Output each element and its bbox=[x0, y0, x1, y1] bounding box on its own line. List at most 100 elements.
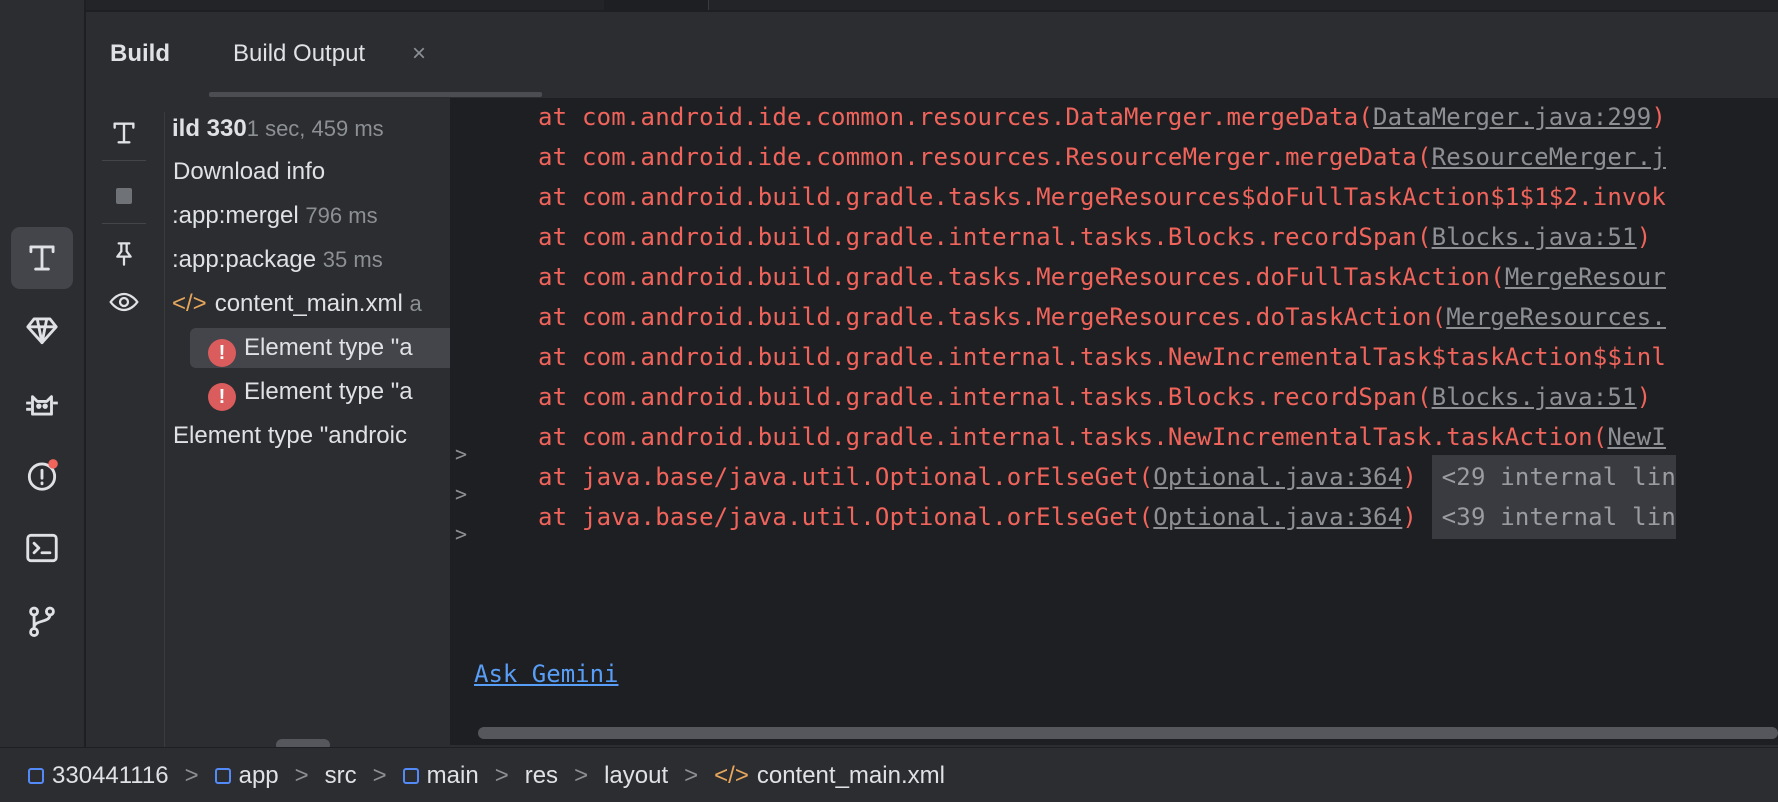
pin-icon bbox=[116, 242, 132, 266]
tree-item-message[interactable]: Element type "androic bbox=[173, 416, 407, 456]
tree-item-label: :app:package bbox=[172, 246, 317, 273]
stack-trace-tail: ) bbox=[1402, 463, 1417, 491]
tree-root[interactable]: ild 3301 sec, 459 ms bbox=[172, 112, 384, 149]
stack-trace-line: at com.android.ide.common.resources.Reso… bbox=[538, 143, 1666, 171]
stack-trace-line: at java.base/java.util.Optional.orElseGe… bbox=[538, 455, 1677, 499]
git-branch-icon bbox=[29, 606, 55, 637]
pin-button[interactable] bbox=[106, 236, 142, 272]
stack-trace-text: at com.android.build.gradle.internal.tas… bbox=[538, 343, 1666, 371]
close-icon[interactable]: × bbox=[412, 40, 426, 68]
build-icon bbox=[29, 245, 55, 271]
tree-scrollbar[interactable] bbox=[276, 739, 330, 747]
terminal-tool-button[interactable] bbox=[14, 520, 70, 576]
stack-trace-text: at com.android.ide.common.resources.Data… bbox=[538, 103, 1374, 131]
top-strip-segment bbox=[86, 0, 604, 10]
build-tool-button[interactable] bbox=[11, 227, 73, 289]
crumb[interactable]: main bbox=[427, 762, 479, 790]
tab-build[interactable]: Build bbox=[110, 40, 170, 68]
module-icon bbox=[214, 768, 231, 784]
source-link[interactable]: DataMerger.java:299 bbox=[1373, 103, 1651, 131]
active-tab-indicator bbox=[209, 92, 542, 97]
stop-button[interactable] bbox=[106, 178, 142, 214]
stack-trace-line: at java.base/java.util.Optional.orElseGe… bbox=[538, 495, 1677, 539]
toolbar-divider bbox=[102, 160, 146, 161]
tree-item-error[interactable]: ! Element type "a bbox=[190, 328, 450, 368]
stack-trace-text: at com.android.build.gradle.tasks.MergeR… bbox=[538, 183, 1666, 211]
crumb-separator: > bbox=[184, 762, 199, 789]
top-strip bbox=[0, 0, 1778, 12]
crumb[interactable]: 330441116 bbox=[52, 762, 169, 790]
gem-icon bbox=[26, 317, 58, 345]
stack-trace-text: at com.android.build.gradle.tasks.MergeR… bbox=[538, 303, 1447, 331]
eye-icon bbox=[109, 292, 139, 312]
crumb-separator: > bbox=[294, 762, 309, 789]
stack-trace-line: at com.android.build.gradle.internal.tas… bbox=[538, 383, 1651, 411]
crumb[interactable]: app bbox=[239, 762, 279, 790]
source-link[interactable]: Optional.java:364 bbox=[1153, 503, 1402, 531]
fold-marker[interactable]: > bbox=[455, 482, 467, 506]
fold-marker[interactable]: > bbox=[455, 442, 467, 466]
crumb[interactable]: res bbox=[525, 762, 558, 790]
stack-trace-text: at com.android.build.gradle.tasks.MergeR… bbox=[538, 263, 1505, 291]
crumb[interactable]: content_main.xml bbox=[757, 762, 945, 790]
tree-item-label: Element type "a bbox=[244, 334, 413, 361]
tree-item-error[interactable]: ! Element type "a bbox=[208, 372, 413, 412]
tree-item-merge[interactable]: :app:mergel 796 ms bbox=[172, 196, 378, 236]
tree-item-download[interactable]: Download info bbox=[173, 152, 325, 192]
stack-trace-text: at com.android.build.gradle.internal.tas… bbox=[538, 223, 1432, 251]
crumb-separator: > bbox=[494, 762, 509, 789]
stack-trace-tail: ) bbox=[1402, 503, 1417, 531]
source-link[interactable]: NewI bbox=[1607, 423, 1666, 451]
xml-icon: </> bbox=[172, 290, 207, 317]
stack-trace-text: at java.base/java.util.Optional.orElseGe… bbox=[538, 463, 1154, 491]
cat-tool-button[interactable] bbox=[14, 375, 70, 431]
tab-build-output[interactable]: Build Output bbox=[233, 40, 365, 68]
terminal-icon bbox=[26, 533, 58, 563]
problems-icon bbox=[27, 459, 58, 491]
view-options-button[interactable] bbox=[106, 284, 142, 320]
build-icon bbox=[113, 122, 135, 144]
source-link[interactable]: Blocks.java:51 bbox=[1432, 383, 1637, 411]
tree-item-label: Element type "a bbox=[244, 378, 413, 405]
crumb[interactable]: src bbox=[325, 762, 357, 790]
crumb[interactable]: layout bbox=[604, 762, 668, 790]
tree-item-file[interactable]: </> content_main.xml a bbox=[172, 284, 422, 324]
tree-root-time: 1 sec, 459 ms bbox=[246, 116, 384, 141]
source-link[interactable]: ResourceMerger.j bbox=[1432, 143, 1666, 171]
top-strip-segment bbox=[708, 0, 1778, 10]
problems-tool-button[interactable] bbox=[14, 447, 70, 503]
crumb-separator: > bbox=[684, 762, 699, 789]
error-icon: ! bbox=[208, 339, 236, 367]
source-link[interactable]: Optional.java:364 bbox=[1153, 463, 1402, 491]
stack-trace-text: at com.android.ide.common.resources.Reso… bbox=[538, 143, 1432, 171]
source-link[interactable]: MergeResources. bbox=[1446, 303, 1666, 331]
stack-trace-text: at com.android.build.gradle.internal.tas… bbox=[538, 383, 1432, 411]
internal-lines-fold[interactable]: <29 internal lin bbox=[1431, 455, 1677, 499]
fold-marker[interactable]: > bbox=[455, 522, 467, 546]
console-scrollbar[interactable] bbox=[478, 727, 1778, 739]
breadcrumb: 330441116 > app > src > main > res > lay… bbox=[28, 762, 945, 790]
source-link[interactable]: Blocks.java:51 bbox=[1432, 223, 1637, 251]
ask-gemini-link[interactable]: Ask Gemini bbox=[474, 660, 619, 688]
build-tree: ild 3301 sec, 459 ms Download info :app:… bbox=[166, 112, 450, 747]
crumb-separator: > bbox=[372, 762, 387, 789]
build-toggle-button[interactable] bbox=[106, 115, 142, 151]
stack-trace-tail: ) bbox=[1636, 223, 1652, 251]
gem-tool-button[interactable] bbox=[14, 302, 70, 358]
module-icon bbox=[402, 768, 419, 784]
tree-item-package[interactable]: :app:package 35 ms bbox=[172, 240, 383, 280]
tree-item-label: content_main.xml bbox=[214, 290, 403, 317]
stack-trace-line: at com.android.build.gradle.tasks.MergeR… bbox=[538, 183, 1666, 211]
stack-trace-text: at java.base/java.util.Optional.orElseGe… bbox=[538, 503, 1154, 531]
crumb-separator: > bbox=[574, 762, 589, 789]
module-icon bbox=[28, 768, 44, 784]
tree-root-label: ild 330 bbox=[172, 115, 247, 142]
xml-icon: </> bbox=[714, 762, 749, 789]
stack-trace-tail: ) bbox=[1651, 103, 1667, 131]
git-tool-button[interactable] bbox=[14, 593, 70, 649]
internal-lines-fold[interactable]: <39 internal lin bbox=[1431, 495, 1677, 539]
source-link[interactable]: MergeResour bbox=[1505, 263, 1666, 291]
panel-tabs: Build Build Output × bbox=[86, 12, 1778, 98]
toolbar-divider bbox=[102, 223, 146, 224]
stack-trace-tail: ) bbox=[1636, 383, 1652, 411]
